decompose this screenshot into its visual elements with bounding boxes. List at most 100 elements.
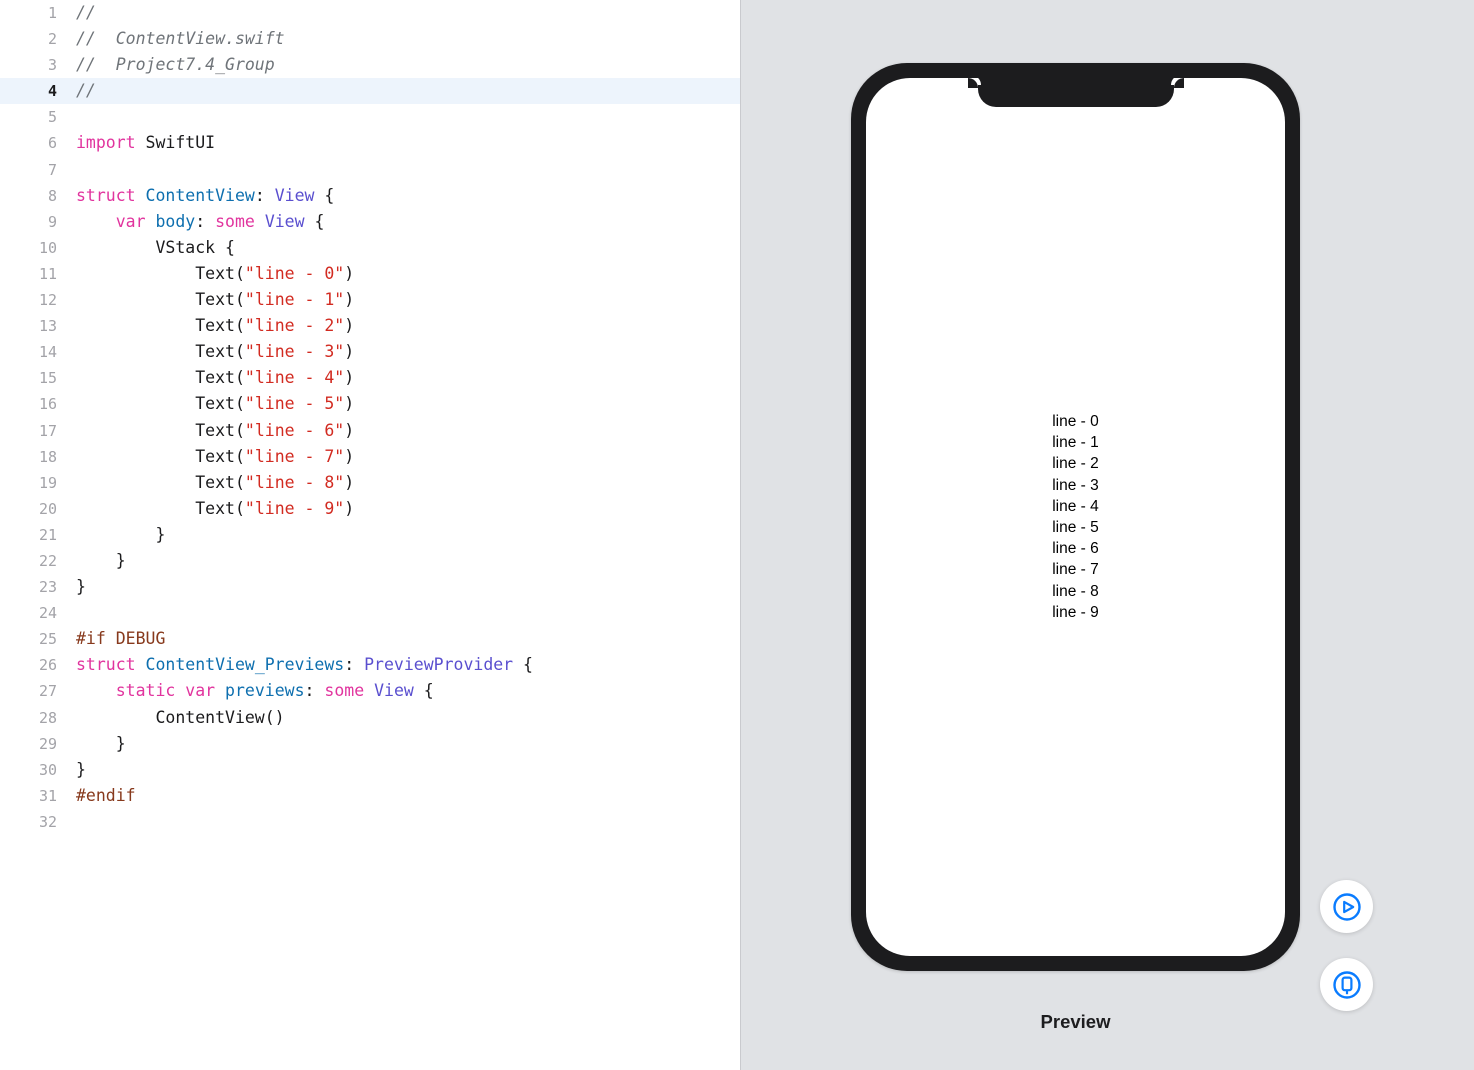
code-line[interactable]: 22 }: [0, 548, 740, 574]
code-line[interactable]: 15 Text("line - 4"): [0, 365, 740, 391]
line-number: 9: [47, 212, 57, 231]
code-line-text: Text("line - 2"): [76, 313, 354, 339]
code-token: ): [344, 472, 355, 492]
code-token: View: [264, 211, 305, 231]
preview-text-line: line - 9: [1052, 603, 1099, 621]
preview-text-line: line - 0: [1052, 412, 1099, 430]
device-settings-button[interactable]: [1320, 958, 1373, 1011]
code-line-text: ContentView(): [76, 705, 285, 731]
code-token: ): [344, 316, 355, 336]
code-token: "line - 6": [244, 420, 345, 440]
code-token: "line - 3": [244, 342, 345, 362]
code-lines-container[interactable]: 1 // 2 // ContentView.swift 3 // Project7.4_G…: [0, 0, 740, 835]
code-token: :: [304, 681, 325, 701]
code-line[interactable]: 16 Text("line - 5"): [0, 391, 740, 417]
line-number: 29: [38, 734, 57, 753]
code-token: PreviewProvider: [364, 655, 514, 675]
code-line[interactable]: 26 struct ContentView_Previews: PreviewPr…: [0, 652, 740, 678]
code-line[interactable]: 20 Text("line - 9"): [0, 496, 740, 522]
code-token: // Project7.4_Group: [76, 55, 275, 75]
code-line-text: VStack {: [76, 235, 234, 261]
code-line-text: //: [76, 0, 96, 26]
code-line[interactable]: 19 Text("line - 8"): [0, 470, 740, 496]
code-line-text: }: [76, 731, 126, 757]
preview-text-line: line - 2: [1052, 455, 1099, 473]
line-number: 16: [38, 395, 57, 414]
preview-vstack: line - 0 line - 1 line - 2 line - 3 line - 4…: [866, 78, 1285, 956]
device-screen[interactable]: line - 0 line - 1 line - 2 line - 3 line - 4…: [866, 78, 1285, 956]
code-line[interactable]: 23}: [0, 574, 740, 600]
live-preview-button[interactable]: [1320, 880, 1373, 933]
code-token: :: [254, 185, 275, 205]
code-line-text: }: [76, 757, 86, 783]
code-line[interactable]: 1 //: [0, 0, 740, 26]
code-token: struct: [76, 655, 136, 675]
code-token: struct: [76, 185, 136, 205]
line-number: 4: [47, 82, 57, 101]
code-line[interactable]: 25 #if DEBUG: [0, 626, 740, 652]
code-line[interactable]: 14 Text("line - 3"): [0, 339, 740, 365]
preview-canvas[interactable]: line - 0 line - 1 line - 2 line - 3 line - 4…: [740, 0, 1474, 1070]
code-token: //: [76, 3, 96, 22]
device-frame-iphone[interactable]: line - 0 line - 1 line - 2 line - 3 line - 4…: [851, 63, 1300, 971]
code-line-text: #if DEBUG: [76, 626, 165, 652]
code-token: Text(: [76, 290, 245, 310]
code-line[interactable]: 27 static var previews: some View {: [0, 678, 740, 704]
code-line[interactable]: 5: [0, 104, 740, 130]
line-number: 18: [38, 447, 57, 466]
code-line[interactable]: 10 VStack {: [0, 235, 740, 261]
line-number: 2: [47, 30, 57, 49]
code-token: {: [314, 185, 335, 205]
code-line-text: struct ContentView: View {: [76, 183, 334, 209]
code-line-text: // ContentView.swift: [76, 26, 285, 52]
code-token: Text(: [76, 394, 245, 414]
line-number: 25: [38, 630, 57, 649]
code-line[interactable]: 2 // ContentView.swift: [0, 26, 740, 52]
preview-text-line: line - 6: [1052, 540, 1099, 558]
code-line[interactable]: 4 //: [0, 78, 740, 105]
code-token: {: [513, 655, 533, 675]
code-token: // ContentView.swift: [76, 29, 285, 49]
code-token: previews: [225, 681, 305, 701]
code-token: ): [344, 368, 355, 388]
code-line[interactable]: 18 Text("line - 7"): [0, 444, 740, 470]
code-token: ContentView(): [76, 707, 285, 727]
code-line[interactable]: 7: [0, 157, 740, 183]
code-token: "line - 5": [244, 394, 345, 414]
code-token: ): [344, 394, 355, 414]
code-line[interactable]: 17 Text("line - 6"): [0, 418, 740, 444]
code-line[interactable]: 11 Text("line - 0"): [0, 261, 740, 287]
code-line[interactable]: 28 ContentView(): [0, 705, 740, 731]
code-token: :: [195, 211, 216, 231]
code-line-text: Text("line - 0"): [76, 261, 354, 287]
code-line[interactable]: 9 var body: some View {: [0, 209, 740, 235]
code-token: }: [76, 733, 126, 753]
code-line[interactable]: 6 import SwiftUI: [0, 130, 740, 156]
code-line[interactable]: 30}: [0, 757, 740, 783]
preview-text-line: line - 3: [1052, 476, 1099, 494]
code-line[interactable]: 24: [0, 600, 740, 626]
code-token: Text(: [76, 263, 245, 283]
preview-text-line: line - 1: [1052, 434, 1099, 452]
code-line-text: }: [76, 522, 165, 548]
line-number: 21: [38, 525, 57, 544]
code-line[interactable]: 3 // Project7.4_Group: [0, 52, 740, 78]
code-line[interactable]: 32: [0, 809, 740, 835]
code-line[interactable]: 8 struct ContentView: View {: [0, 183, 740, 209]
line-number: 17: [38, 421, 57, 440]
code-token: {: [304, 211, 325, 231]
code-token: #if DEBUG: [76, 629, 166, 649]
pane-divider[interactable]: [740, 0, 741, 1070]
code-line[interactable]: 31 #endif: [0, 783, 740, 809]
code-line[interactable]: 21 }: [0, 522, 740, 548]
code-token: import: [76, 133, 136, 153]
code-line[interactable]: 29 }: [0, 731, 740, 757]
code-line[interactable]: 13 Text("line - 2"): [0, 313, 740, 339]
code-token: "line - 2": [244, 316, 345, 336]
line-number: 8: [47, 186, 57, 205]
code-line[interactable]: 12 Text("line - 1"): [0, 287, 740, 313]
line-number: 14: [38, 343, 57, 362]
source-code-editor[interactable]: 1 // 2 // ContentView.swift 3 // Project7.4_G…: [0, 0, 740, 1070]
